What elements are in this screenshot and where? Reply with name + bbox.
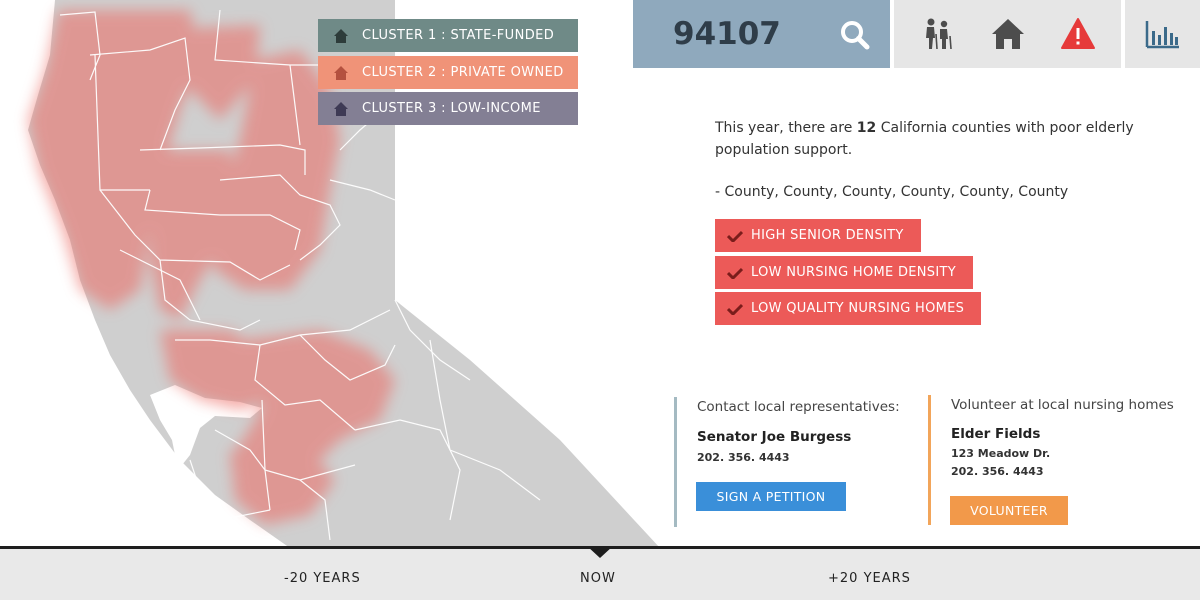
warning-icon[interactable] xyxy=(1060,16,1096,52)
house-icon xyxy=(334,28,348,43)
legend-cluster-1[interactable]: CLUSTER 1 : STATE-FUNDED xyxy=(318,19,578,52)
check-icon xyxy=(727,230,743,242)
nursing-home-phone: 202. 356. 4443 xyxy=(951,465,1044,478)
legend-label: CLUSTER 2 : PRIVATE OWNED xyxy=(362,65,564,80)
timeline-now[interactable]: NOW xyxy=(580,571,616,586)
summary-text: This year, there are 12 California count… xyxy=(715,117,1175,161)
check-icon xyxy=(727,303,743,315)
county-list: - County, County, County, County, County… xyxy=(715,184,1069,200)
representative-name: Senator Joe Burgess xyxy=(697,429,852,445)
contact-heading: Contact local representatives: xyxy=(697,399,900,415)
county-count: 12 xyxy=(856,120,877,136)
sign-petition-button[interactable]: SIGN A PETITION xyxy=(696,482,846,511)
nursing-home-address: 123 Meadow Dr. xyxy=(951,447,1051,460)
timeline-past[interactable]: -20 YEARS xyxy=(284,571,361,586)
timeline-bar: -20 YEARS NOW +20 YEARS xyxy=(0,546,1200,600)
bar-chart-icon xyxy=(1145,21,1179,49)
timeline-future[interactable]: +20 YEARS xyxy=(828,571,911,586)
criteria-badge: LOW NURSING HOME DENSITY xyxy=(715,256,973,289)
nursing-home-name: Elder Fields xyxy=(951,426,1041,442)
view-toggle-group xyxy=(894,0,1121,68)
contact-heading: Volunteer at local nursing homes xyxy=(951,397,1174,413)
criteria-badge: HIGH SENIOR DENSITY xyxy=(715,219,921,252)
legend-label: CLUSTER 1 : STATE-FUNDED xyxy=(362,28,555,43)
representative-phone: 202. 356. 4443 xyxy=(697,451,790,464)
legend-label: CLUSTER 3 : LOW-INCOME xyxy=(362,101,541,116)
current-time-marker xyxy=(587,546,613,558)
criteria-label: HIGH SENIOR DENSITY xyxy=(751,228,904,243)
zip-code-input[interactable] xyxy=(673,16,863,52)
search-icon[interactable] xyxy=(840,20,870,50)
legend-cluster-3[interactable]: CLUSTER 3 : LOW-INCOME xyxy=(318,92,578,125)
zip-search-bar xyxy=(633,0,890,68)
criteria-label: LOW QUALITY NURSING HOMES xyxy=(751,301,965,316)
elderly-couple-icon[interactable] xyxy=(920,16,956,52)
criteria-label: LOW NURSING HOME DENSITY xyxy=(751,265,956,280)
volunteer-button[interactable]: VOLUNTEER xyxy=(950,496,1068,525)
summary-lead-text: This year, there are xyxy=(715,120,857,136)
house-icon xyxy=(334,65,348,80)
criteria-badge: LOW QUALITY NURSING HOMES xyxy=(715,292,982,325)
house-icon xyxy=(334,101,348,116)
chart-tab[interactable] xyxy=(1125,0,1200,68)
check-icon xyxy=(727,267,743,279)
home-icon[interactable] xyxy=(990,16,1026,52)
legend-cluster-2[interactable]: CLUSTER 2 : PRIVATE OWNED xyxy=(318,56,578,89)
summary-panel: This year, there are 12 California count… xyxy=(715,117,1175,203)
